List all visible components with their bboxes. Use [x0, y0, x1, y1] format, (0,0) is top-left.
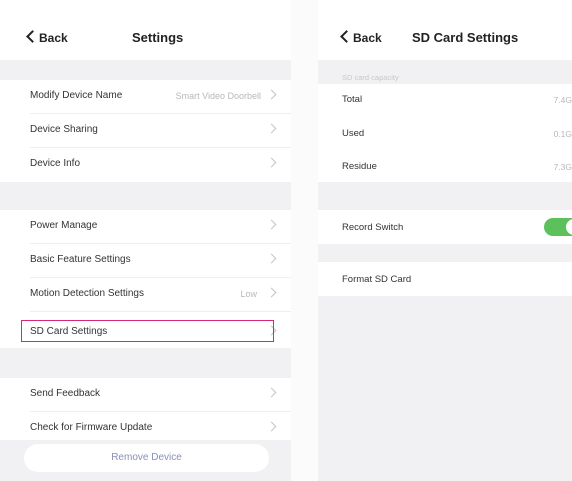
record-switch-toggle[interactable] [544, 218, 572, 236]
row-basic-feature-settings[interactable]: Basic Feature Settings [0, 244, 291, 278]
row-label: Basic Feature Settings [30, 254, 131, 265]
row-value: Smart Video Doorbell [175, 91, 261, 101]
chevron-right-icon [266, 287, 277, 298]
section-gap [0, 60, 291, 80]
chevron-right-icon [266, 157, 277, 168]
row-label: Device Sharing [30, 124, 98, 135]
row-value: 7.4G [553, 95, 572, 105]
row-device-info[interactable]: Device Info [0, 148, 291, 182]
section-gap [318, 182, 572, 210]
chevron-right-icon [266, 387, 277, 398]
row-send-feedback[interactable]: Send Feedback [0, 378, 291, 412]
back-button[interactable]: Back [340, 30, 382, 45]
row-value: 0.1G [553, 129, 572, 139]
selection-highlight [21, 320, 274, 342]
row-label: Motion Detection Settings [30, 288, 144, 299]
sd-card-settings-screen: Back SD Card Settings SD card capacity T… [318, 0, 572, 481]
chevron-right-icon [266, 89, 277, 100]
chevron-right-icon [266, 421, 277, 432]
row-label: Used [342, 128, 365, 139]
chevron-right-icon [266, 253, 277, 264]
row-used: Used 0.1G [318, 116, 572, 148]
row-label: Power Manage [30, 220, 98, 231]
row-format-sd-card[interactable]: Format SD Card [318, 262, 572, 296]
row-modify-device-name[interactable]: Modify Device Name Smart Video Doorbell [0, 80, 291, 114]
chevron-right-icon [266, 123, 277, 134]
row-device-sharing[interactable]: Device Sharing [0, 114, 291, 148]
row-power-manage[interactable]: Power Manage [0, 210, 291, 244]
row-motion-detection-settings[interactable]: Motion Detection Settings Low [0, 278, 291, 312]
row-label: Modify Device Name [30, 90, 123, 101]
back-button[interactable]: Back [26, 30, 68, 45]
section-caption: SD card capacity [342, 73, 399, 82]
sd-settings-header: Back SD Card Settings [318, 0, 572, 60]
row-value: 7.3G [553, 162, 572, 172]
chevron-left-icon [26, 30, 39, 43]
settings-screen: Back Settings Modify Device Name Smart V… [0, 0, 291, 481]
row-label: Record Switch [342, 222, 404, 233]
row-label: Format SD Card [342, 274, 412, 285]
row-label: Send Feedback [30, 388, 101, 399]
remove-device-button[interactable]: Remove Device [24, 444, 269, 472]
panel-divider [291, 0, 318, 481]
page-title: Settings [132, 30, 184, 45]
toggle-knob [566, 219, 572, 235]
row-record-switch: Record Switch [318, 210, 572, 244]
empty-area [318, 296, 572, 481]
row-label: Check for Firmware Update [30, 422, 153, 433]
row-residue: Residue 7.3G [318, 148, 572, 182]
row-total: Total 7.4G [318, 84, 572, 116]
section-gap [0, 348, 291, 378]
row-check-firmware-update[interactable]: Check for Firmware Update [0, 412, 291, 442]
chevron-right-icon [266, 219, 277, 230]
settings-header: Back Settings [0, 0, 291, 60]
row-value: Low [240, 289, 257, 299]
row-label: Device Info [30, 158, 81, 169]
chevron-left-icon [340, 30, 353, 43]
row-label: Residue [342, 161, 377, 172]
page-title: SD Card Settings [412, 30, 519, 45]
section-gap [0, 182, 291, 210]
section-gap [318, 244, 572, 262]
row-label: Total [342, 94, 363, 105]
